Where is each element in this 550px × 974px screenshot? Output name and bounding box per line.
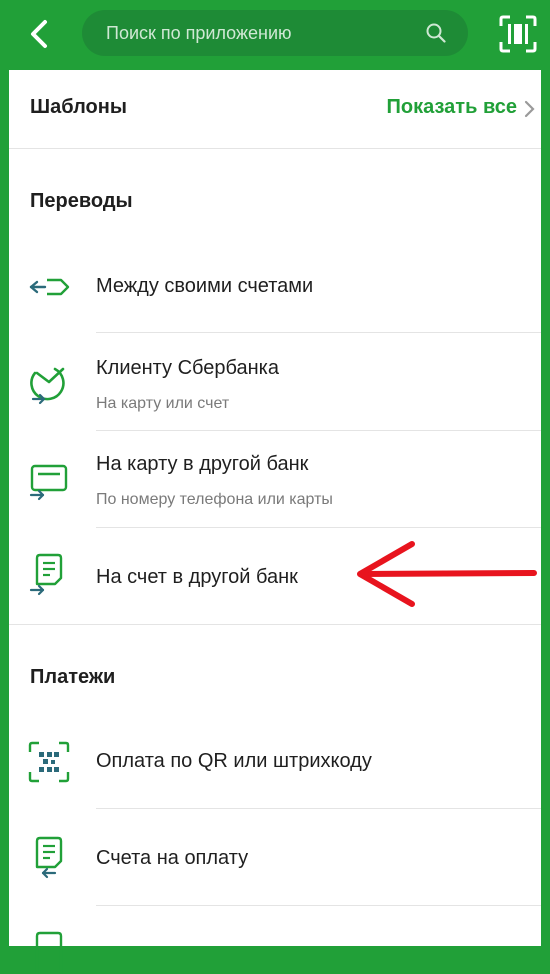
show-all-link[interactable]: Показать все	[387, 96, 517, 119]
payments-section-title: Платежи	[30, 666, 116, 688]
main-content: Шаблоны Показать все Переводы Между свои…	[9, 70, 541, 974]
item-title: На счет в другой банк	[96, 566, 298, 588]
qr-code-icon	[28, 741, 70, 783]
chevron-left-icon	[31, 20, 47, 48]
item-title: Оплата по QR или штрихкоду	[96, 750, 372, 772]
item-title: Счета на оплату	[96, 847, 249, 869]
partial-document-icon	[35, 931, 63, 974]
invoices-item[interactable]: Счета на оплату	[9, 809, 541, 905]
invoice-icon	[35, 836, 63, 879]
item-subtitle: На карту или счет	[96, 395, 230, 412]
card-transfer-icon	[29, 464, 68, 501]
search-placeholder: Поиск по приложению	[106, 23, 292, 43]
pay-by-qr-item[interactable]: Оплата по QR или штрихкоду	[9, 720, 541, 808]
transfer-sber-client-item[interactable]: Клиенту Сбербанка На карту или счет	[9, 333, 541, 430]
app-header: Поиск по приложению	[0, 0, 550, 70]
transfer-card-other-bank-item[interactable]: На карту в другой банк По номеру телефон…	[9, 431, 541, 527]
transfer-own-accounts-item[interactable]: Между своими счетами	[9, 246, 541, 332]
divider	[96, 905, 541, 906]
document-transfer-icon	[29, 553, 63, 596]
sber-logo-transfer-icon	[30, 367, 65, 405]
item-title: Клиенту Сбербанка	[96, 357, 279, 379]
search-icon	[426, 23, 446, 43]
red-annotation-arrow-icon	[357, 541, 537, 607]
transfer-arrows-icon	[29, 278, 70, 296]
transfers-section-title: Переводы	[30, 190, 133, 212]
back-button[interactable]	[22, 16, 56, 52]
section-divider	[9, 624, 541, 625]
templates-row: Шаблоны Показать все	[9, 70, 541, 149]
chevron-right-icon	[524, 100, 535, 118]
scan-barcode-icon	[499, 15, 537, 53]
search-input[interactable]: Поиск по приложению	[82, 10, 468, 56]
scan-barcode-button[interactable]	[498, 14, 538, 54]
templates-title: Шаблоны	[30, 96, 127, 118]
item-title: На карту в другой банк	[96, 453, 309, 475]
item-title: Между своими счетами	[96, 275, 314, 297]
item-subtitle: По номеру телефона или карты	[96, 491, 333, 508]
